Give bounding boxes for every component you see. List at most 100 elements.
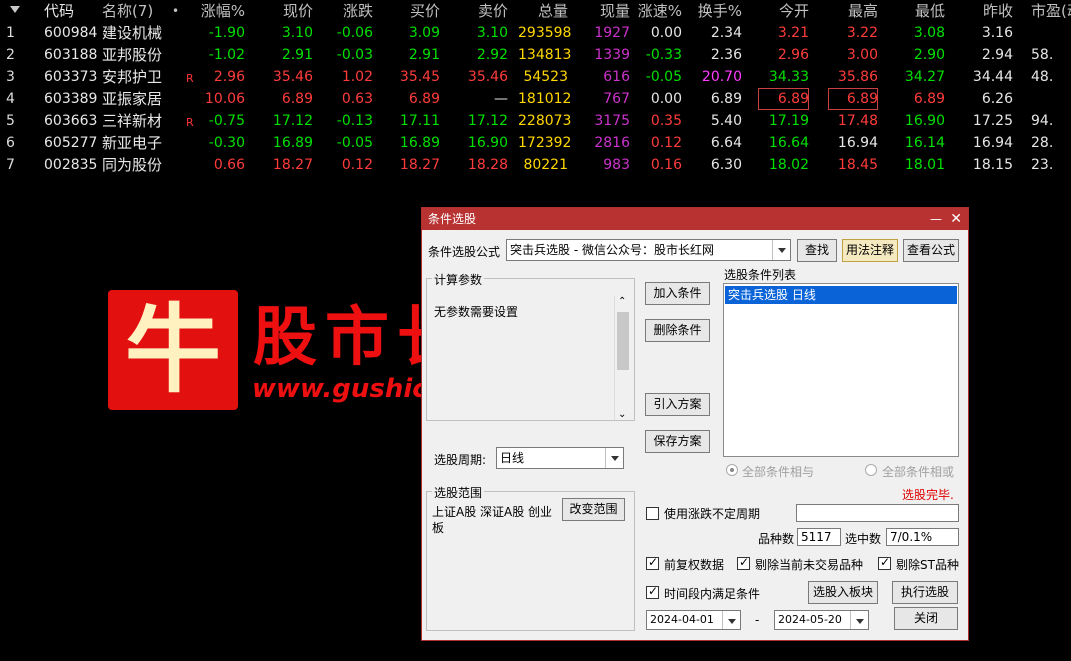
fq-label[interactable]: 前复权数据 <box>664 556 724 573</box>
cell-value: 16.14 <box>904 135 945 151</box>
date-from-picker[interactable]: 2024-04-01 <box>646 610 741 630</box>
minimize-icon[interactable]: — <box>930 208 942 230</box>
radio-and-label[interactable]: 全部条件相与 <box>742 463 814 480</box>
add-condition-button[interactable]: 加入条件 <box>645 282 710 305</box>
col-header[interactable]: 市盈(动 <box>1031 0 1071 22</box>
col-header-code[interactable]: 代码 <box>44 0 104 22</box>
cell-value: 172392 <box>518 135 572 151</box>
find-button[interactable]: 查找 <box>797 239 837 262</box>
remove-nontrade-checkbox[interactable] <box>737 555 750 570</box>
formula-select[interactable]: 突击兵选股 - 微信公众号：股市长红网 <box>506 239 791 261</box>
col-header[interactable]: 涨速% <box>632 0 682 22</box>
chevron-down-icon[interactable] <box>722 611 740 629</box>
condition-list-label: 选股条件列表 <box>724 268 797 282</box>
view-formula-button[interactable]: 查看公式 <box>903 239 959 262</box>
cell-value: 6.89 <box>281 91 313 107</box>
col-header[interactable]: 最低 <box>895 0 945 22</box>
chevron-down-icon[interactable] <box>772 240 790 260</box>
table-row[interactable]: 4 603389 亚振家居 10.06 6.89 0.63 6.89 — 181012 767 0.… <box>0 88 1071 110</box>
cell-value: 3.00 <box>846 47 878 63</box>
col-header[interactable]: 涨跌 <box>322 0 373 22</box>
table-row[interactable]: 7 002835 同为股份 0.66 18.27 0.12 18.27 18.28 80221 9… <box>0 154 1071 176</box>
chevron-down-icon[interactable] <box>605 448 623 468</box>
col-header[interactable]: 昨收 <box>963 0 1013 22</box>
params-group-label: 计算参数 <box>432 271 485 288</box>
cell-value: -1.90 <box>208 25 245 41</box>
cell-value: 16.89 <box>272 135 313 151</box>
radio-and[interactable] <box>726 464 738 476</box>
period-condition-label[interactable]: 时间段内满足条件 <box>664 585 760 602</box>
list-item[interactable]: 突击兵选股 日线 <box>725 286 957 304</box>
radio-or[interactable] <box>865 464 877 476</box>
remove-st-checkbox[interactable] <box>878 555 891 570</box>
col-header[interactable]: 卖价 <box>458 0 508 22</box>
execute-button[interactable]: 执行选股 <box>892 581 958 604</box>
scroll-up-icon[interactable]: ⌃ <box>618 296 626 307</box>
col-header[interactable]: 今开 <box>758 0 809 22</box>
dialog-titlebar[interactable]: 条件选股 — ✕ <box>422 208 968 230</box>
cell-value: 2.34 <box>710 25 742 41</box>
change-range-button[interactable]: 改变范围 <box>562 498 625 521</box>
range-group-label: 选股范围 <box>432 484 485 501</box>
count-value: 5117 <box>797 528 841 546</box>
params-scrollbar[interactable]: ⌃ ⌄ <box>614 296 630 420</box>
table-row[interactable]: 2 603188 亚邦股份 -1.02 2.91 -0.03 2.91 2.92 134813 1… <box>0 44 1071 66</box>
table-row[interactable]: 6 605277 新亚电子 -0.30 16.89 -0.05 16.89 16.90 1723… <box>0 132 1071 154</box>
cell-value: 181012 <box>518 91 572 107</box>
col-header[interactable]: 买价 <box>390 0 440 22</box>
uncertain-period-checkbox[interactable] <box>646 507 659 520</box>
cell-value: 767 <box>603 91 630 107</box>
table-row[interactable]: 1 600984 建设机械 -1.90 3.10 -0.06 3.09 3.10 293598 1… <box>0 22 1071 44</box>
cell-value: 2.90 <box>913 47 945 63</box>
cell-value: -1.02 <box>208 47 245 63</box>
cell-value: 17.12 <box>272 113 313 129</box>
cell-value: 0.16 <box>650 157 682 173</box>
col-header[interactable]: 换手% <box>692 0 742 22</box>
cell-value: 6.89 <box>828 88 878 110</box>
add-to-block-button[interactable]: 选股入板块 <box>808 581 878 604</box>
uncertain-period-input[interactable] <box>796 504 959 522</box>
cell-value: 6.89 <box>710 91 742 107</box>
cell-value: 16.90 <box>467 135 508 151</box>
row-index: 2 <box>6 47 15 63</box>
cell-value: 16.94 <box>972 135 1013 151</box>
radio-or-label[interactable]: 全部条件相或 <box>882 463 954 480</box>
sort-arrow-icon[interactable] <box>10 6 20 13</box>
period-select[interactable]: 日线 <box>496 447 624 469</box>
col-header[interactable]: 现量 <box>580 0 630 22</box>
table-row[interactable]: 3 603373 安邦护卫 R 2.96 35.46 1.02 35.45 35.46 54523… <box>0 66 1071 88</box>
import-scheme-button[interactable]: 引入方案 <box>645 393 710 416</box>
col-header[interactable]: 现价 <box>263 0 313 22</box>
cell-value: 35.46 <box>467 69 508 85</box>
chevron-down-icon[interactable] <box>850 611 868 629</box>
usage-button[interactable]: 用法注释 <box>842 239 898 262</box>
cell-value: 17.11 <box>399 113 440 129</box>
cell-value: 0.35 <box>650 113 682 129</box>
col-header[interactable]: 涨幅% <box>196 0 245 22</box>
remove-nontrade-label[interactable]: 剔除当前未交易品种 <box>755 556 863 573</box>
col-header[interactable]: 最高 <box>828 0 878 22</box>
cell-value: -0.03 <box>336 47 373 63</box>
cell-value: 48. <box>1031 69 1054 85</box>
col-header[interactable]: 总量 <box>518 0 568 22</box>
cell-value: 80221 <box>523 157 568 173</box>
cell-value: 20.70 <box>701 69 742 85</box>
delete-condition-button[interactable]: 删除条件 <box>645 319 710 342</box>
table-row[interactable]: 5 603663 三祥新材 R -0.75 17.12 -0.13 17.11 17.12 228… <box>0 110 1071 132</box>
remove-st-label[interactable]: 剔除ST品种 <box>896 556 959 573</box>
scroll-thumb[interactable] <box>617 312 629 370</box>
scroll-down-icon[interactable]: ⌄ <box>618 409 626 420</box>
close-dialog-button[interactable]: 关闭 <box>894 607 958 630</box>
cell-value: 2816 <box>594 135 630 151</box>
row-index: 1 <box>6 25 15 41</box>
uncertain-period-label[interactable]: 使用涨跌不定周期 <box>664 505 760 522</box>
save-scheme-button[interactable]: 保存方案 <box>645 430 710 453</box>
cell-value: 58. <box>1031 47 1054 63</box>
formula-label: 条件选股公式 <box>428 245 501 259</box>
condition-list[interactable]: 突击兵选股 日线 <box>723 283 959 457</box>
period-condition-checkbox[interactable] <box>646 584 659 599</box>
close-icon[interactable]: ✕ <box>950 208 962 230</box>
cell-value: 94. <box>1031 113 1054 129</box>
date-to-picker[interactable]: 2024-05-20 <box>774 610 869 630</box>
fq-checkbox[interactable] <box>646 555 659 570</box>
